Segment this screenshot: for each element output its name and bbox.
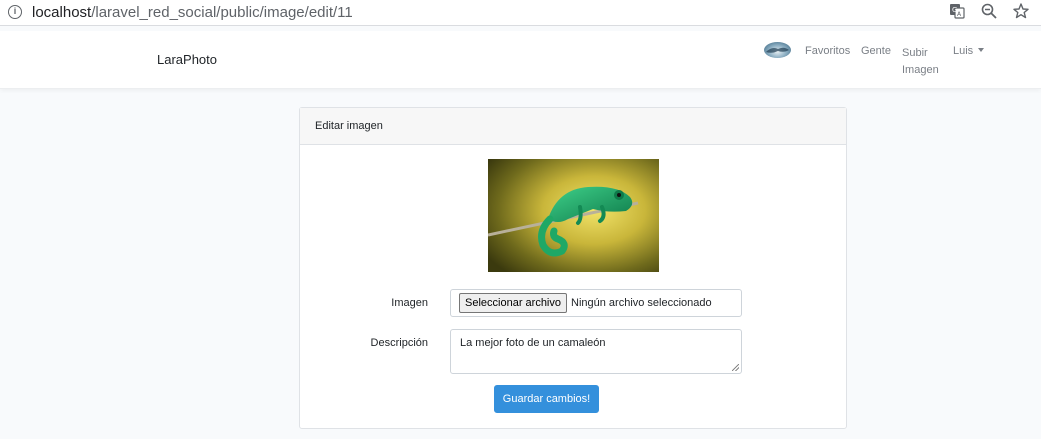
bookmark-star-icon[interactable] — [1013, 3, 1029, 21]
user-name: Luis — [953, 45, 974, 57]
file-input[interactable]: Seleccionar archivo Ningún archivo selec… — [450, 289, 742, 317]
browser-actions: GA — [949, 3, 1029, 21]
file-status: Ningún archivo seleccionado — [571, 297, 712, 309]
description-textarea[interactable]: La mejor foto de un camaleón — [450, 329, 742, 374]
save-changes-button[interactable]: Guardar cambios! — [494, 385, 599, 413]
avatar[interactable] — [764, 42, 791, 58]
resize-grip-icon[interactable] — [732, 364, 739, 371]
nav-subir-imagen[interactable]: Subir Imagen — [902, 45, 942, 79]
browser-address-bar: i localhost/laravel_red_social/public/im… — [0, 0, 1041, 26]
info-icon[interactable]: i — [8, 5, 22, 19]
url-host: localhost — [32, 4, 92, 21]
description-label: Descripción — [370, 337, 428, 349]
image-preview — [488, 159, 659, 272]
image-label: Imagen — [391, 297, 428, 309]
card-header: Editar imagen — [300, 108, 846, 145]
user-dropdown[interactable]: Luis — [953, 45, 985, 57]
edit-image-card: Editar imagen Imagen Seleccionar archivo… — [299, 107, 847, 429]
select-file-button[interactable]: Seleccionar archivo — [459, 293, 567, 313]
navbar: LaraPhoto Favoritos Gente Subir Imagen L… — [0, 31, 1041, 89]
description-value: La mejor foto de un camaleón — [460, 337, 606, 349]
url-field[interactable]: localhost/laravel_red_social/public/imag… — [32, 4, 353, 21]
nav-favoritos[interactable]: Favoritos — [805, 45, 850, 57]
zoom-out-icon[interactable] — [981, 3, 997, 21]
brand-logo[interactable]: LaraPhoto — [157, 52, 217, 67]
nav-gente[interactable]: Gente — [861, 45, 891, 57]
url-path: /laravel_red_social/public/image/edit/11 — [91, 4, 353, 21]
caret-down-icon — [978, 48, 985, 52]
translate-icon[interactable]: GA — [949, 3, 965, 21]
